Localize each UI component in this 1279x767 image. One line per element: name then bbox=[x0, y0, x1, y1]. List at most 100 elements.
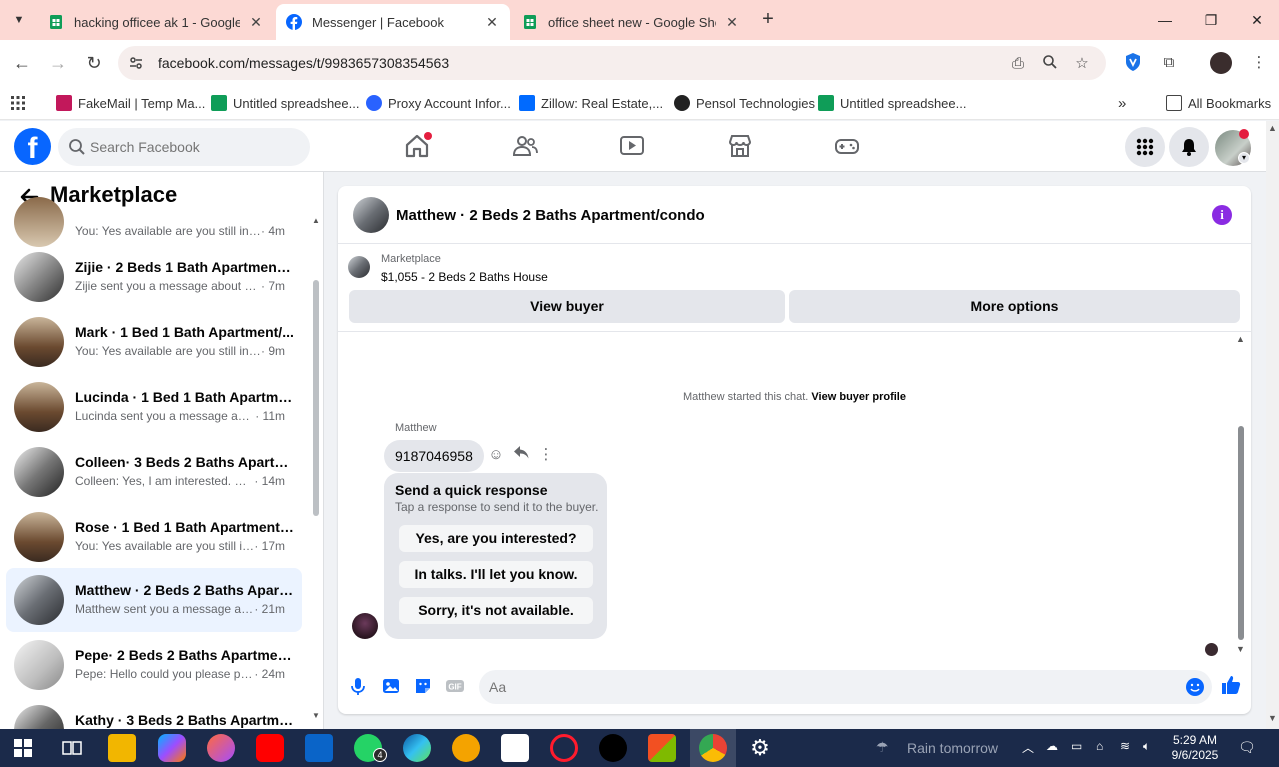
battery-icon[interactable]: ▭ bbox=[1071, 739, 1082, 753]
quick-response-not-available[interactable]: Sorry, it's not available. bbox=[399, 597, 593, 624]
volume-icon[interactable]: 🔈︎ bbox=[1143, 739, 1150, 754]
account-chevron-icon[interactable]: ▾ bbox=[1238, 152, 1250, 164]
tiktok-icon[interactable] bbox=[599, 734, 627, 762]
sidebar-scrollbar[interactable]: ▲ ▼ bbox=[312, 216, 320, 720]
search-input[interactable] bbox=[90, 128, 300, 166]
react-smiley-icon[interactable]: ☺ bbox=[487, 445, 505, 465]
conversation-item-zijie[interactable]: Zijie · 2 Beds 1 Bath Apartment/... Ziji… bbox=[6, 245, 302, 309]
file-explorer-icon[interactable] bbox=[108, 734, 136, 762]
restore-icon[interactable]: ❐ bbox=[1196, 8, 1226, 32]
chat-avatar[interactable] bbox=[353, 197, 389, 233]
quick-response-interested[interactable]: Yes, are you interested? bbox=[399, 525, 593, 552]
listing-thumbnail[interactable] bbox=[348, 256, 370, 278]
install-app-icon[interactable]: ⎙ bbox=[1008, 54, 1028, 74]
reply-icon[interactable] bbox=[512, 445, 530, 465]
video-icon[interactable] bbox=[618, 132, 646, 160]
settings-gear-icon[interactable]: ⚙ bbox=[746, 734, 774, 762]
page-scrollbar[interactable]: ▲ ▼ bbox=[1266, 121, 1279, 729]
address-bar[interactable]: facebook.com/messages/t/9983657308354563… bbox=[118, 46, 1106, 80]
tab-search-chevron-icon[interactable]: ▼ bbox=[6, 8, 32, 32]
weather-icon[interactable]: ☂ bbox=[876, 739, 889, 756]
tab-messenger-facebook[interactable]: Messenger | Facebook ✕ bbox=[276, 4, 510, 40]
scrollbar-thumb[interactable] bbox=[313, 280, 319, 516]
bookmark-untitled-spreadsheet-1[interactable]: Untitled spreadshee... bbox=[211, 92, 359, 114]
tab-office-sheet-new[interactable]: office sheet new - Google Shee ✕ bbox=[512, 4, 750, 40]
view-buyer-profile-link[interactable]: View buyer profile bbox=[811, 391, 906, 403]
scroll-up-icon[interactable]: ▲ bbox=[1268, 123, 1277, 133]
bookmark-pensol[interactable]: Pensol Technologies bbox=[674, 92, 815, 114]
microphone-icon[interactable] bbox=[348, 676, 368, 696]
conversation-item-matthew[interactable]: Matthew · 2 Beds 2 Baths Apart... Matthe… bbox=[6, 568, 302, 632]
pinned-app-icon-2[interactable] bbox=[501, 734, 529, 762]
reload-icon[interactable]: ↻ bbox=[82, 51, 106, 75]
message-bubble[interactable]: 9187046958 bbox=[384, 440, 484, 472]
zoom-icon[interactable] bbox=[1040, 54, 1060, 74]
more-options-button[interactable]: More options bbox=[789, 290, 1240, 323]
quick-response-in-talks[interactable]: In talks. I'll let you know. bbox=[399, 561, 593, 588]
apps-grid-icon[interactable] bbox=[10, 92, 26, 114]
emoji-icon[interactable] bbox=[1186, 678, 1204, 696]
conversation-item-rose[interactable]: Rose · 1 Bed 1 Bath Apartment/c... You: … bbox=[6, 505, 302, 569]
bookmark-proxy-account[interactable]: Proxy Account Infor... bbox=[366, 92, 511, 114]
message-input[interactable] bbox=[489, 670, 1169, 704]
device-icon[interactable]: ⌂ bbox=[1096, 739, 1103, 753]
extensions-puzzle-icon[interactable]: ⧉ bbox=[1158, 52, 1180, 74]
gaming-icon[interactable] bbox=[833, 132, 861, 160]
notification-center-icon[interactable]: 🗨︎ bbox=[1238, 739, 1256, 756]
bookmark-untitled-spreadsheet-2[interactable]: Untitled spreadshee... bbox=[818, 92, 966, 114]
show-hidden-icons-chevron[interactable]: ︿ bbox=[1022, 739, 1034, 756]
gif-icon[interactable]: GIF bbox=[445, 676, 465, 696]
scrollbar-thumb[interactable] bbox=[1238, 426, 1244, 640]
scroll-down-icon[interactable]: ▼ bbox=[312, 711, 320, 720]
notifications-button[interactable] bbox=[1169, 127, 1209, 167]
chrome-menu-icon[interactable]: ⋮ bbox=[1248, 52, 1270, 74]
copilot-icon[interactable] bbox=[158, 734, 186, 762]
info-icon[interactable]: i bbox=[1212, 205, 1232, 225]
new-tab-plus-icon[interactable]: + bbox=[756, 8, 780, 32]
outlook-icon[interactable] bbox=[305, 734, 333, 762]
scroll-up-icon[interactable]: ▲ bbox=[1236, 334, 1245, 344]
photo-icon[interactable] bbox=[381, 676, 401, 696]
wifi-icon[interactable]: ≋ bbox=[1120, 739, 1130, 753]
youtube-icon[interactable] bbox=[256, 734, 284, 762]
opera-icon[interactable] bbox=[550, 734, 578, 762]
badge-app-icon[interactable] bbox=[452, 734, 480, 762]
scroll-up-icon[interactable]: ▲ bbox=[312, 216, 320, 225]
onedrive-cloud-icon[interactable]: ☁ bbox=[1046, 739, 1058, 753]
clock[interactable]: 5:29 AM 9/6/2025 bbox=[1166, 733, 1224, 763]
tab-hacking-officee[interactable]: hacking officee ak 1 - Google S ✕ bbox=[38, 4, 274, 40]
more-bookmarks-chevron-icon[interactable]: » bbox=[1118, 92, 1126, 114]
windows-start-icon[interactable] bbox=[14, 739, 32, 757]
site-settings-icon[interactable] bbox=[128, 55, 144, 71]
bookmark-zillow[interactable]: Zillow: Real Estate,... bbox=[519, 92, 663, 114]
all-bookmarks[interactable]: All Bookmarks bbox=[1166, 92, 1271, 114]
conversation-item-colleen[interactable]: Colleen· 3 Beds 2 Baths Apartm... Collee… bbox=[6, 440, 302, 504]
bookmark-fakemail[interactable]: FakeMail | Temp Ma... bbox=[56, 92, 205, 114]
view-buyer-button[interactable]: View buyer bbox=[349, 290, 785, 323]
conversation-item-kathy[interactable]: Kathy · 3 Beds 2 Baths Apartme... bbox=[6, 698, 302, 729]
tab-close-icon[interactable]: ✕ bbox=[484, 14, 500, 31]
bookmark-star-icon[interactable]: ☆ bbox=[1072, 54, 1092, 74]
tab-close-icon[interactable]: ✕ bbox=[724, 14, 740, 31]
more-actions-icon[interactable]: ⋮ bbox=[537, 445, 555, 465]
conversation-item-pepe[interactable]: Pepe· 2 Beds 2 Baths Apartment... Pepe: … bbox=[6, 633, 302, 697]
conversation-item-mark[interactable]: Mark · 1 Bed 1 Bath Apartment/... You: Y… bbox=[6, 310, 302, 374]
minimize-icon[interactable]: — bbox=[1150, 8, 1180, 32]
edge-icon[interactable] bbox=[403, 734, 431, 762]
conversation-item-lucinda[interactable]: Lucinda · 1 Bed 1 Bath Apartmen... Lucin… bbox=[6, 375, 302, 439]
chrome-taskbar-button[interactable] bbox=[690, 729, 736, 767]
menu-button[interactable] bbox=[1125, 127, 1165, 167]
back-icon[interactable]: ← bbox=[10, 51, 34, 75]
scroll-down-icon[interactable]: ▼ bbox=[1236, 644, 1245, 654]
microsoft-store-icon[interactable] bbox=[648, 734, 676, 762]
listing-title[interactable]: $1,055 - 2 Beds 2 Baths House bbox=[381, 270, 548, 284]
task-view-icon[interactable] bbox=[62, 739, 82, 757]
forward-icon[interactable]: → bbox=[46, 51, 70, 75]
tab-close-icon[interactable]: ✕ bbox=[248, 14, 264, 31]
pinned-app-icon[interactable] bbox=[207, 734, 235, 762]
vpn-shield-icon[interactable] bbox=[1122, 52, 1144, 74]
close-window-icon[interactable]: ✕ bbox=[1242, 8, 1272, 32]
sticker-icon[interactable] bbox=[413, 676, 433, 696]
facebook-logo-icon[interactable]: f bbox=[14, 128, 51, 165]
like-thumbs-up-icon[interactable] bbox=[1220, 674, 1242, 696]
